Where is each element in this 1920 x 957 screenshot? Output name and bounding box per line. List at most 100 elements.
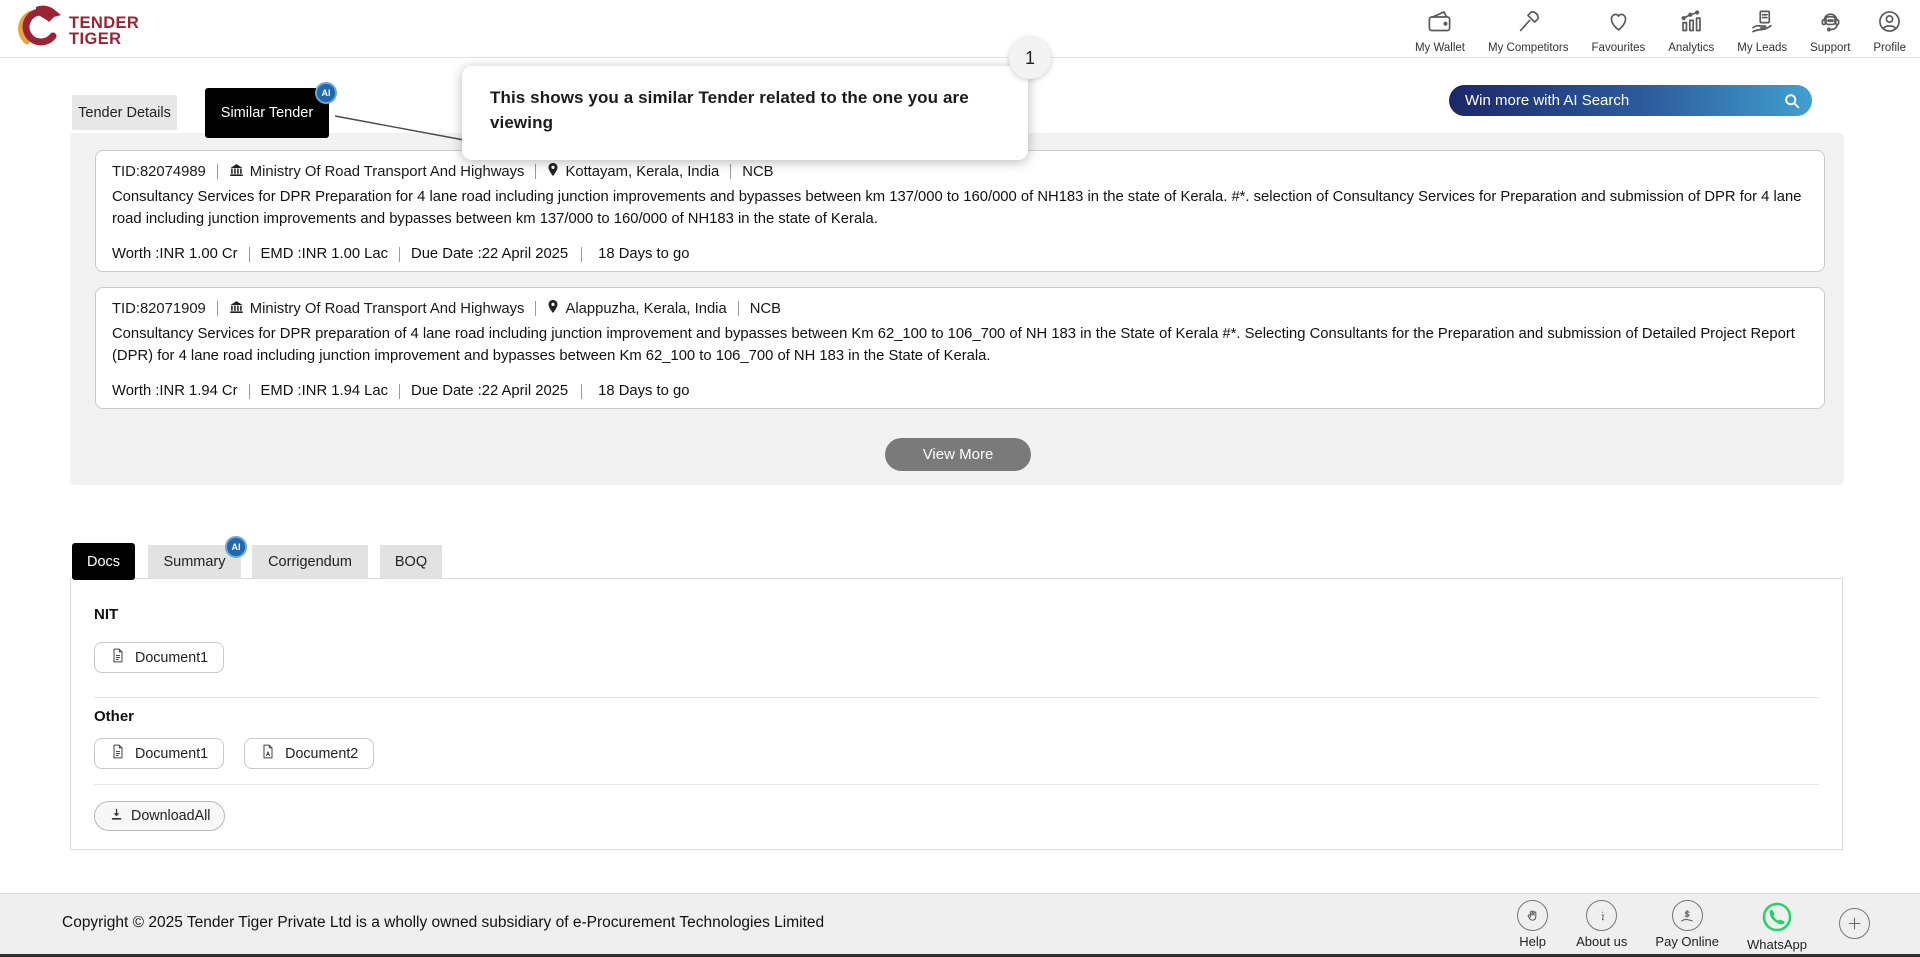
- footer: Copyright © 2025 Tender Tiger Private Lt…: [0, 893, 1920, 954]
- nav-analytics[interactable]: Analytics: [1668, 8, 1714, 54]
- tender-id: TID:82074989: [112, 164, 206, 180]
- tender-location: Kottayam, Kerala, India: [565, 164, 719, 180]
- divider: [738, 301, 739, 316]
- divider: [217, 301, 218, 316]
- divider: [217, 164, 218, 179]
- view-more-button[interactable]: View More: [885, 438, 1031, 471]
- tender-authority: Ministry Of Road Transport And Highways: [250, 301, 525, 317]
- coach-connector-line: [330, 110, 470, 146]
- divider: [581, 247, 582, 262]
- header: TENDERTIGER My Wallet My Competitors: [0, 0, 1920, 58]
- bank-icon: [229, 300, 250, 318]
- tab-corrigendum[interactable]: Corrigendum: [252, 545, 368, 578]
- tender-card[interactable]: TID:82074989 Ministry Of Road Transport …: [95, 150, 1825, 272]
- help-hand-icon: [1517, 900, 1548, 931]
- divider: [535, 301, 536, 316]
- coach-tooltip: This shows you a similar Tender related …: [462, 66, 1028, 160]
- nav-support[interactable]: Support: [1810, 8, 1850, 54]
- divider: [399, 247, 400, 262]
- document-button[interactable]: Document1: [94, 642, 224, 673]
- tender-days-to-go: 18 Days to go: [598, 383, 689, 399]
- document-button[interactable]: Document1: [94, 738, 224, 769]
- location-pin-icon: [547, 162, 565, 181]
- tender-location: Alappuzha, Kerala, India: [565, 301, 726, 317]
- tender-due-date: Due Date :22 April 2025: [411, 383, 568, 399]
- nit-section-title: NIT: [94, 606, 118, 623]
- tender-worth: Worth :INR 1.94 Cr: [112, 383, 238, 399]
- tender-emd: EMD :INR 1.94 Lac: [261, 383, 388, 399]
- divider: [249, 247, 250, 262]
- tender-id: TID:82071909: [112, 301, 206, 317]
- other-section-title: Other: [94, 708, 134, 725]
- top-navigation: My Wallet My Competitors Favourites Anal…: [1415, 8, 1906, 54]
- section-divider: [94, 784, 1819, 785]
- nav-my-competitors[interactable]: My Competitors: [1488, 8, 1569, 54]
- tender-authority: Ministry Of Road Transport And Highways: [250, 164, 525, 180]
- wallet-icon: [1426, 8, 1453, 40]
- tender-card[interactable]: TID:82071909 Ministry Of Road Transport …: [95, 287, 1825, 409]
- tender-description: Consultancy Services for DPR Preparation…: [112, 186, 1808, 230]
- leads-document-hand-icon: [1749, 8, 1776, 40]
- brand-name: TENDERTIGER: [69, 15, 139, 47]
- footer-actions: Help About us Pay Online WhatsApp: [1517, 900, 1870, 952]
- page: TENDERTIGER My Wallet My Competitors: [0, 0, 1920, 957]
- footer-more-actions[interactable]: [1839, 908, 1870, 939]
- file-pdf-icon: [260, 743, 276, 764]
- download-all-button[interactable]: DownloadAll: [94, 801, 225, 831]
- tender-emd: EMD :INR 1.00 Lac: [261, 246, 388, 262]
- tender-card-header: TID:82074989 Ministry Of Road Transport …: [112, 162, 1808, 181]
- pay-dollar-icon: [1672, 900, 1703, 931]
- tender-bid-type: NCB: [750, 301, 781, 317]
- ai-badge: AI: [315, 82, 337, 104]
- brand-logo[interactable]: TENDERTIGER: [16, 5, 139, 56]
- tender-due-date: Due Date :22 April 2025: [411, 246, 568, 262]
- tab-tender-details[interactable]: Tender Details: [72, 95, 177, 130]
- tab-docs[interactable]: Docs: [72, 543, 135, 580]
- docs-panel: NIT Document1 Other Document1: [70, 578, 1843, 850]
- footer-pay-online[interactable]: Pay Online: [1655, 900, 1719, 949]
- plus-icon: [1839, 908, 1870, 939]
- headset-icon: [1817, 8, 1844, 40]
- tender-worth: Worth :INR 1.00 Cr: [112, 246, 238, 262]
- coach-message: This shows you a similar Tender related …: [490, 85, 998, 135]
- nav-my-leads[interactable]: My Leads: [1737, 8, 1787, 54]
- file-doc-icon: [110, 743, 126, 764]
- section-divider: [94, 697, 1819, 698]
- whatsapp-icon: [1760, 900, 1794, 934]
- ai-badge: AI: [225, 536, 247, 558]
- nav-favourites[interactable]: Favourites: [1592, 8, 1646, 54]
- download-icon: [109, 807, 124, 826]
- tab-similar-tender[interactable]: Similar Tender: [205, 88, 329, 138]
- heart-icon: [1605, 8, 1632, 40]
- tender-days-to-go: 18 Days to go: [598, 246, 689, 262]
- tender-meta: Worth :INR 1.00 Cr EMD :INR 1.00 Lac Due…: [112, 246, 689, 262]
- profile-icon: [1876, 8, 1903, 40]
- tender-card-header: TID:82071909 Ministry Of Road Transport …: [112, 299, 1808, 318]
- file-doc-icon: [110, 647, 126, 668]
- footer-help[interactable]: Help: [1517, 900, 1548, 949]
- nit-documents-row: Document1: [94, 642, 224, 673]
- coach-step-badge: 1: [1009, 37, 1051, 79]
- footer-whatsapp[interactable]: WhatsApp: [1747, 900, 1807, 952]
- search-input[interactable]: [1449, 91, 1782, 110]
- document-button[interactable]: Document2: [244, 738, 374, 769]
- tender-bid-type: NCB: [742, 164, 773, 180]
- footer-about-us[interactable]: About us: [1576, 900, 1627, 949]
- divider: [399, 384, 400, 399]
- tender-meta: Worth :INR 1.94 Cr EMD :INR 1.94 Lac Due…: [112, 383, 689, 399]
- search-icon[interactable]: [1782, 91, 1802, 111]
- divider: [535, 164, 536, 179]
- tab-boq[interactable]: BOQ: [380, 545, 442, 578]
- divider: [249, 384, 250, 399]
- nav-my-wallet[interactable]: My Wallet: [1415, 8, 1465, 54]
- nav-profile[interactable]: Profile: [1873, 8, 1906, 54]
- tiger-logo-icon: [16, 5, 62, 56]
- info-icon: [1586, 900, 1617, 931]
- bank-icon: [229, 163, 250, 181]
- tender-description: Consultancy Services for DPR preparation…: [112, 323, 1808, 367]
- other-documents-row: Document1 Document2: [94, 738, 374, 769]
- divider: [730, 164, 731, 179]
- analytics-icon: [1678, 8, 1705, 40]
- copyright-text: Copyright © 2025 Tender Tiger Private Lt…: [62, 914, 824, 932]
- gavel-icon: [1515, 8, 1542, 40]
